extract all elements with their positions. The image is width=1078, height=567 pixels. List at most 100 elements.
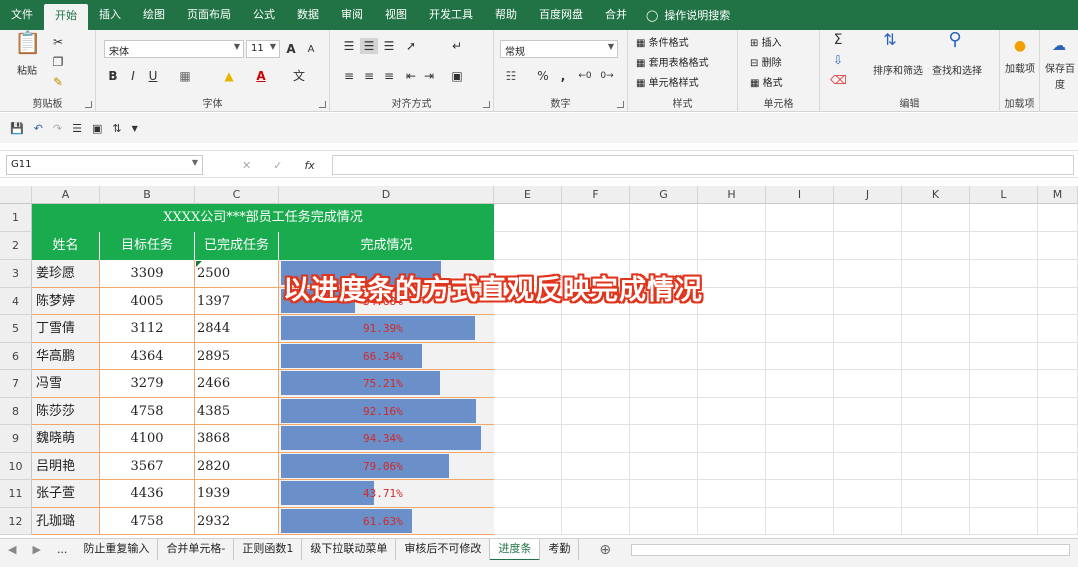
grid-cell[interactable] [1038,232,1078,260]
column-header[interactable]: I [766,186,834,204]
column-header[interactable]: K [902,186,970,204]
worksheet-grid[interactable]: A B C D E F G H I J K L M 1 2 3 4 5 6 7 … [0,186,1078,538]
row-header[interactable]: 12 [0,507,32,535]
tab-developer[interactable]: 开发工具 [418,0,484,30]
grid-cell[interactable] [766,507,834,535]
scroll-left-icon[interactable]: ◀ [0,543,24,556]
grid-cell[interactable] [834,480,902,508]
cell-target[interactable]: 3309 [100,260,195,288]
grid-cell[interactable] [902,370,970,398]
grid-cell[interactable] [698,232,766,260]
grid-cell[interactable] [970,480,1038,508]
clear-icon[interactable]: ⌫ [830,72,847,88]
grid-cell[interactable] [766,397,834,425]
paste-label[interactable]: 粘贴 [14,64,40,80]
sheet-tab[interactable]: 审核后不可修改 [396,538,491,561]
cell-name[interactable]: 魏晓萌 [32,425,100,453]
align-top-icon[interactable]: ☰ [340,38,358,54]
grid-cell[interactable] [562,232,630,260]
grid-cell[interactable] [834,507,902,535]
delete-cells-button[interactable]: ⊟ 删除 [750,54,782,69]
grid-cell[interactable] [902,480,970,508]
align-middle-icon[interactable]: ☰ [360,38,378,54]
grid-cell[interactable] [494,452,562,480]
row-header[interactable]: 3 [0,260,32,288]
save-icon[interactable]: 💾 [10,122,24,135]
grid-cell[interactable] [630,370,698,398]
fill-color-icon[interactable]: ▲ [220,68,238,84]
grid-cell[interactable] [562,315,630,343]
grid-cell[interactable] [970,425,1038,453]
grid-cell[interactable] [970,204,1038,232]
grid-cell[interactable] [834,315,902,343]
cell-target[interactable]: 3112 [100,315,195,343]
currency-icon[interactable]: ☷ [502,68,520,84]
redo-icon[interactable]: ↷ [53,122,62,135]
customize-qat-icon[interactable]: ▼ [132,124,138,133]
column-header[interactable]: H [698,186,766,204]
grid-cell[interactable] [562,342,630,370]
column-header[interactable]: M [1038,186,1078,204]
grid-cell[interactable] [766,232,834,260]
grid-cell[interactable] [902,507,970,535]
sort-icon[interactable]: ⇅ [112,122,121,135]
number-launcher[interactable] [617,101,624,108]
cell-target[interactable]: 4100 [100,425,195,453]
cell-progress[interactable]: 61.63% [279,507,494,535]
scroll-right-icon[interactable]: ▶ [24,543,48,556]
cell-styles-button[interactable]: ▦ 单元格样式 [636,74,699,89]
align-left-icon[interactable]: ≡ [340,68,358,84]
cancel-icon[interactable]: ✕ [242,159,251,172]
addin-icon[interactable]: ● [1010,38,1030,54]
grid-cell[interactable] [1038,287,1078,315]
grid-cell[interactable] [562,425,630,453]
decrease-indent-icon[interactable]: ⇤ [402,68,420,84]
grid-cell[interactable] [698,260,766,288]
grid-cell[interactable] [562,452,630,480]
cell-name[interactable]: 冯雪 [32,370,100,398]
grid-cell[interactable] [1038,342,1078,370]
column-header[interactable]: F [562,186,630,204]
grid-cell[interactable] [494,397,562,425]
grid-cell[interactable] [630,480,698,508]
column-header[interactable]: B [100,186,195,204]
grid-cell[interactable] [970,315,1038,343]
sort-filter-label[interactable]: 排序和筛选 [870,64,926,80]
more-sheets[interactable]: ... [49,543,76,556]
column-header[interactable]: D [279,186,494,204]
grid-cell[interactable] [970,232,1038,260]
merge-center-icon[interactable]: ▣ [448,68,466,84]
tab-help[interactable]: 帮助 [484,0,528,30]
row-header[interactable]: 1 [0,204,32,232]
header-progress[interactable]: 完成情况 [279,232,494,260]
cell-done[interactable]: 2466 [195,370,279,398]
column-header[interactable]: J [834,186,902,204]
sort-filter-icon[interactable]: ⇅ [878,32,902,48]
cell-progress[interactable]: 91.39% [279,315,494,343]
font-color-icon[interactable]: A [252,68,270,84]
cell-target[interactable]: 4758 [100,397,195,425]
grid-cell[interactable] [766,342,834,370]
camera-icon[interactable]: ▣ [92,122,102,135]
cell-name[interactable]: 吕明艳 [32,452,100,480]
grid-cell[interactable] [834,204,902,232]
column-header[interactable]: C [195,186,279,204]
baidu-save-label[interactable]: 保存百度 [1042,62,1078,94]
cell-done[interactable]: 2820 [195,452,279,480]
grid-cell[interactable] [834,232,902,260]
italic-button[interactable]: I [126,68,140,84]
grid-cell[interactable] [562,204,630,232]
font-size-select[interactable]: 11 ▼ [246,40,280,58]
grid-cell[interactable] [902,260,970,288]
font-name-select[interactable]: 宋体 ▼ [104,40,244,58]
cell-name[interactable]: 陈莎莎 [32,397,100,425]
format-cells-button[interactable]: ▦ 格式 [750,74,783,89]
grid-cell[interactable] [902,425,970,453]
grid-cell[interactable] [834,260,902,288]
comma-button[interactable]: , [556,68,570,84]
add-sheet-icon[interactable]: ⊕ [579,542,631,558]
tab-insert[interactable]: 插入 [88,0,132,30]
grid-cell[interactable] [834,397,902,425]
grid-cell[interactable] [1038,315,1078,343]
undo-icon[interactable]: ↶ [34,122,43,135]
